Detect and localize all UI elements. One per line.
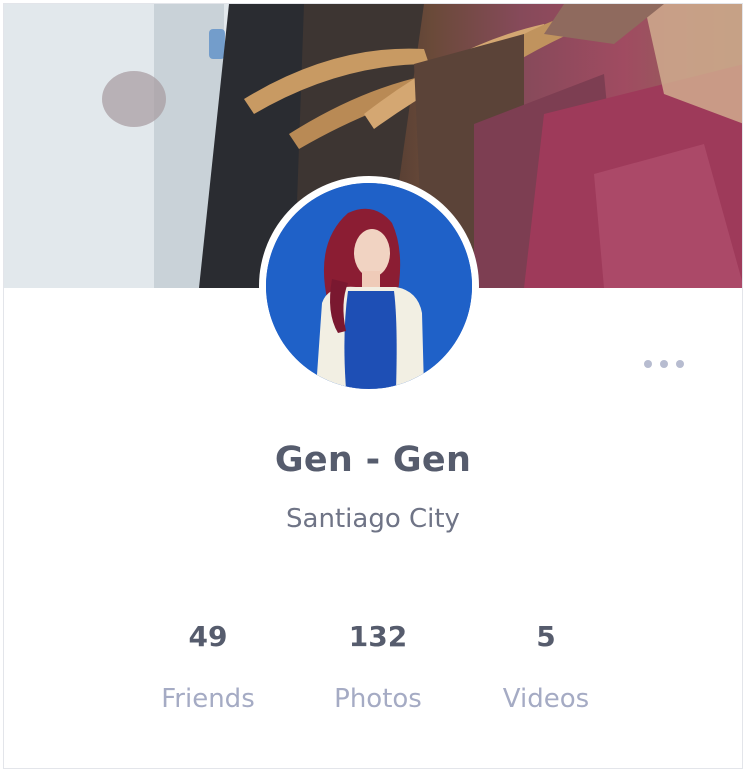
stat-videos-label: Videos bbox=[502, 684, 590, 714]
stat-friends[interactable]: 49 Friends bbox=[128, 616, 288, 718]
stat-photos[interactable]: 132 Photos bbox=[298, 616, 458, 718]
profile-card: Gen - Gen Santiago City 49 Friends 132 P… bbox=[3, 3, 743, 769]
profile-stats: 49 Friends 132 Photos 5 Videos bbox=[4, 616, 742, 726]
stat-photos-count: 132 bbox=[348, 620, 408, 653]
more-horizontal-icon-dot bbox=[676, 360, 684, 368]
profile-location: Santiago City bbox=[286, 504, 460, 534]
more-horizontal-icon bbox=[644, 360, 652, 368]
stat-friends-label: Friends bbox=[161, 684, 255, 714]
stat-videos[interactable]: 5 Videos bbox=[466, 616, 626, 718]
avatar-person-art bbox=[266, 183, 472, 389]
profile-name: Gen - Gen bbox=[274, 440, 472, 480]
stat-friends-count: 49 bbox=[188, 620, 228, 653]
more-horizontal-icon-dot bbox=[660, 360, 668, 368]
stat-videos-count: 5 bbox=[536, 620, 556, 653]
stat-photos-label: Photos bbox=[334, 684, 422, 714]
avatar[interactable] bbox=[259, 176, 479, 396]
avatar-photo bbox=[266, 183, 472, 389]
more-options-button[interactable] bbox=[640, 354, 688, 374]
